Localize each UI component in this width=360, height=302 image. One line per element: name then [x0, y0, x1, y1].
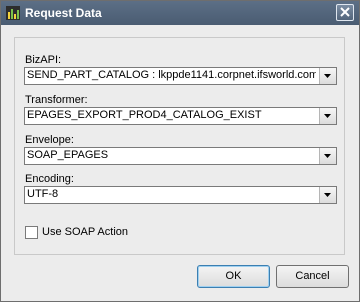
encoding-select[interactable]: UTF-8	[24, 186, 337, 204]
bizapi-label: BizAPI:	[25, 54, 62, 66]
ok-button[interactable]: OK	[197, 265, 270, 288]
chevron-down-icon	[324, 114, 331, 118]
envelope-select[interactable]: SOAP_EPAGES	[24, 147, 337, 165]
cancel-button[interactable]: Cancel	[276, 265, 349, 288]
bizapi-value: SEND_PART_CATALOG : lkppde1141.corpnet.i…	[27, 69, 316, 81]
encoding-value: UTF-8	[27, 188, 59, 200]
encoding-label: Encoding:	[25, 173, 74, 185]
chevron-down-icon	[324, 193, 331, 197]
close-icon	[340, 7, 350, 17]
encoding-dropdown-button[interactable]	[319, 187, 336, 203]
request-data-dialog: Request Data BizAPI: SEND_PART_CATALOG :…	[0, 0, 360, 302]
transformer-dropdown-button[interactable]	[319, 108, 336, 124]
chevron-down-icon	[324, 154, 331, 158]
bar-chart-icon	[6, 6, 20, 20]
close-button[interactable]	[336, 4, 354, 21]
title-bar[interactable]: Request Data	[1, 1, 359, 25]
transformer-select[interactable]: EPAGES_EXPORT_PROD4_CATALOG_EXIST	[24, 107, 337, 125]
window-title: Request Data	[25, 6, 102, 20]
transformer-label: Transformer:	[25, 94, 88, 106]
envelope-label: Envelope:	[25, 134, 74, 146]
use-soap-action-label[interactable]: Use SOAP Action	[42, 226, 128, 238]
bizapi-select[interactable]: SEND_PART_CATALOG : lkppde1141.corpnet.i…	[24, 67, 337, 85]
use-soap-action-checkbox[interactable]	[25, 226, 38, 239]
bizapi-dropdown-button[interactable]	[319, 68, 336, 84]
chevron-down-icon	[324, 74, 331, 78]
envelope-dropdown-button[interactable]	[319, 148, 336, 164]
transformer-value: EPAGES_EXPORT_PROD4_CATALOG_EXIST	[27, 109, 262, 121]
envelope-value: SOAP_EPAGES	[27, 149, 109, 161]
